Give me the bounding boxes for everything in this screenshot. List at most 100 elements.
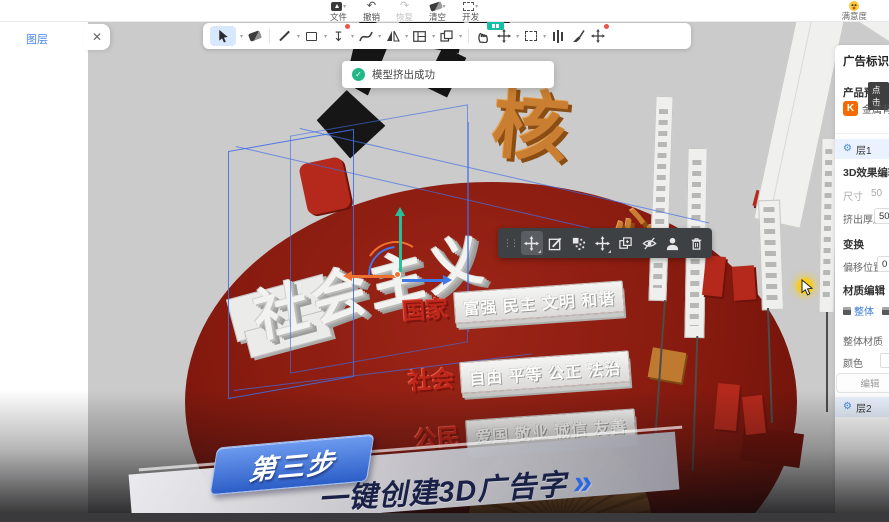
member-tool-button[interactable]	[662, 231, 684, 255]
gizmo-axis-x[interactable]	[352, 275, 396, 278]
panel-title: 广告标识	[843, 53, 889, 69]
layer2-row[interactable]: ⚙ 层2	[835, 397, 889, 417]
vertical-signboard	[758, 200, 784, 311]
cube-icon	[882, 307, 889, 315]
person-icon	[665, 236, 680, 251]
satisfaction-button[interactable]: 满意度	[841, 0, 867, 21]
gizmo-axis-z-arrowhead	[443, 275, 452, 285]
curve-tool-caret[interactable]: ▾	[378, 33, 381, 40]
gizmo-axis-y[interactable]	[399, 216, 402, 272]
layers-panel: 图层	[0, 22, 88, 522]
snap-anchor-icon: ↧	[333, 30, 344, 43]
main-toolbar: ▾ ▾ ▾ ↧ ▾ ▾ ▾ ▾ ▾ ▾ ▾	[203, 23, 691, 49]
edit-material-button[interactable]: 编辑	[836, 373, 889, 393]
properties-panel: 广告标识 产品预设 点击 K 金属背发 ⚙ 层1 3D效果编辑 尺寸 50 挤出…	[835, 45, 889, 522]
mouse-cursor-icon	[801, 279, 814, 296]
align-tool-button[interactable]	[549, 26, 566, 46]
duplicate-tool-caret[interactable]: ▾	[459, 33, 462, 40]
translate-tool-button[interactable]	[592, 231, 614, 255]
line-tool-caret[interactable]: ▾	[297, 33, 300, 40]
material-section-title: 材质编辑	[843, 283, 885, 298]
orange-3d-fragment	[648, 347, 687, 382]
brush-icon	[571, 29, 585, 43]
size-value: 50	[871, 188, 882, 199]
double-chevron-icon: »	[572, 463, 594, 502]
menu-group: ▾ 文件 ↶ 撤销 ↷ 恢复 ▾ 清空 ▾ 开发	[330, 0, 479, 22]
eye-off-icon	[642, 236, 657, 251]
duplicate-tool-button[interactable]	[438, 26, 455, 46]
gear-icon: ⚙	[843, 402, 852, 412]
bottom-strip	[0, 513, 889, 522]
color-swatch[interactable]	[880, 353, 889, 368]
rectangle-tool-button[interactable]	[303, 26, 320, 46]
select-tool-caret[interactable]: ▾	[240, 33, 243, 40]
notification-dot	[604, 24, 609, 29]
extrude-input[interactable]: 50	[874, 208, 889, 224]
undo-icon: ↶	[367, 1, 376, 12]
row-tag: 国家	[401, 297, 448, 323]
close-icon: ✕	[92, 30, 102, 44]
duplicate-icon	[618, 236, 633, 251]
dissolve-tool-button[interactable]	[568, 231, 590, 255]
layout-tool-caret[interactable]: ▾	[432, 33, 435, 40]
red-3d-fragment	[702, 255, 726, 297]
selection-wireframe-back	[290, 104, 468, 373]
drag-handle-icon[interactable]: ⋮⋮	[503, 238, 517, 249]
gizmo-axis-y-arrowhead	[395, 207, 405, 216]
layout-tool-button[interactable]	[411, 26, 428, 46]
overall-material-label: 整体材质	[843, 333, 883, 348]
rectangle-tool-caret[interactable]: ▾	[324, 33, 327, 40]
effect-section-title: 3D效果编辑	[843, 165, 889, 180]
red-3d-fragment	[714, 383, 740, 431]
select-tool-button[interactable]	[210, 26, 236, 46]
duplicate-tool-button[interactable]	[615, 231, 637, 255]
delete-tool-button[interactable]	[686, 231, 708, 255]
gear-icon: ⚙	[843, 144, 852, 154]
hand-tool-button[interactable]	[475, 26, 492, 46]
line-tool-button[interactable]	[276, 26, 293, 46]
align-icon	[553, 30, 563, 43]
eraser-icon	[248, 30, 262, 42]
red-3d-fragment	[732, 265, 756, 300]
red-3d-fragment	[742, 395, 766, 435]
menu-file[interactable]: ▾ 文件	[330, 0, 347, 22]
mirror-tool-button[interactable]	[384, 26, 401, 46]
layer1-row[interactable]: ⚙ 层1	[835, 139, 889, 159]
mirror-tool-caret[interactable]: ▾	[405, 33, 408, 40]
duplicate-icon	[440, 30, 453, 42]
marquee-tool-caret[interactable]: ▾	[543, 33, 546, 40]
submenu-corner-mark	[608, 250, 611, 253]
menu-undo[interactable]: ↶ 撤销	[363, 0, 380, 22]
offset-input[interactable]: 0	[877, 256, 889, 272]
tab-whole[interactable]: 整体	[843, 303, 874, 318]
hide-tool-button[interactable]	[639, 231, 661, 255]
layers-panel-close-button[interactable]: ✕	[84, 24, 110, 50]
preset-item[interactable]: K 金属背发	[843, 101, 889, 116]
brush-tool-button[interactable]	[569, 26, 586, 46]
divider	[835, 133, 889, 134]
translate-icon	[595, 236, 610, 251]
transform-icon	[591, 29, 605, 43]
gizmo-center-handle[interactable]	[394, 271, 401, 278]
top-menu-bar: ▾ 文件 ↶ 撤销 ↷ 恢复 ▾ 清空 ▾ 开发 满意度	[0, 0, 889, 22]
move-tool-button[interactable]	[521, 231, 543, 255]
notification-dot	[345, 24, 350, 29]
toast-message: 模型挤出成功	[372, 67, 435, 82]
marquee-tool-button[interactable]	[522, 26, 539, 46]
eraser-tool-button[interactable]	[246, 26, 263, 46]
tab-layers[interactable]: 图层	[26, 31, 48, 47]
curve-tool-button[interactable]	[357, 26, 374, 46]
snap-tool-button[interactable]: ↧	[330, 26, 347, 46]
snap-tool-caret[interactable]: ▾	[351, 33, 354, 40]
tab-front[interactable]: 正	[882, 303, 889, 318]
menu-clear[interactable]: ▾ 清空	[429, 0, 446, 22]
move-tool-caret[interactable]: ▾	[516, 33, 519, 40]
gizmo-axis-z[interactable]	[402, 279, 444, 282]
menu-dev[interactable]: ▾ 开发	[462, 0, 479, 22]
line-icon	[279, 31, 289, 41]
transform-tool-button[interactable]	[589, 26, 606, 46]
chevron-down-icon: ▾	[443, 4, 446, 10]
edit-tool-button[interactable]	[545, 231, 567, 255]
move-tool-button[interactable]	[495, 26, 512, 46]
redo-icon: ↷	[400, 1, 409, 12]
